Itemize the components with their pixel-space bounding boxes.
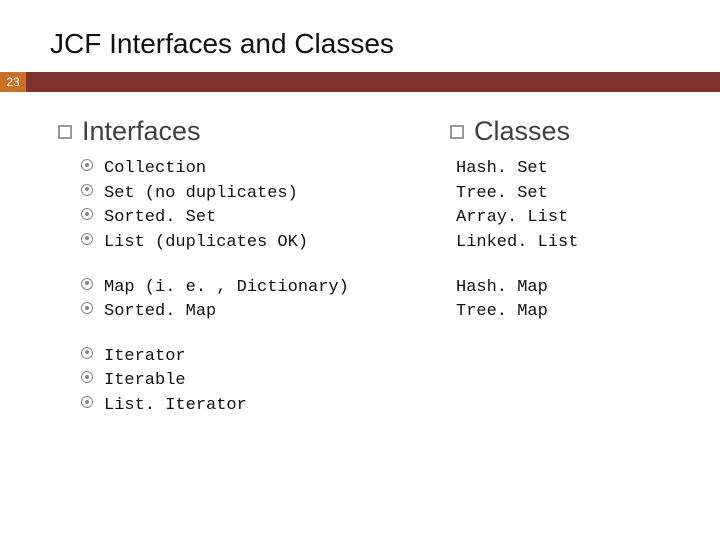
slide-title: JCF Interfaces and Classes xyxy=(50,28,680,60)
list-item: Array. List xyxy=(450,206,680,231)
item-text: Hash. Set xyxy=(456,157,548,182)
list-item: Linked. List xyxy=(450,231,680,256)
list-item: Collection xyxy=(58,157,410,182)
accent-band: 23 xyxy=(0,72,720,92)
circle-dot-icon xyxy=(80,302,94,314)
circle-dot-icon xyxy=(80,159,94,171)
classes-group-2: Hash. Map Tree. Map xyxy=(450,276,680,325)
list-item: Hash. Set xyxy=(450,157,680,182)
list-item: Tree. Map xyxy=(450,300,680,325)
left-column: Interfaces Collection Set (no duplicates… xyxy=(58,110,410,439)
circle-dot-icon xyxy=(80,347,94,359)
list-item: Iterable xyxy=(58,369,410,394)
list-item: Map (i. e. , Dictionary) xyxy=(58,276,410,301)
page-number: 23 xyxy=(0,72,26,92)
circle-dot-icon xyxy=(80,278,94,290)
item-text: Set (no duplicates) xyxy=(104,182,298,207)
list-item: List. Iterator xyxy=(58,394,410,419)
list-item: Sorted. Set xyxy=(58,206,410,231)
square-bullet-icon xyxy=(58,125,72,139)
item-text: Linked. List xyxy=(456,231,578,256)
list-item: Iterator xyxy=(58,345,410,370)
square-bullet-icon xyxy=(450,125,464,139)
slide-body: Interfaces Collection Set (no duplicates… xyxy=(0,92,720,439)
interfaces-group-3: Iterator Iterable List. Iterator xyxy=(58,345,410,419)
list-item: Set (no duplicates) xyxy=(58,182,410,207)
item-text: Array. List xyxy=(456,206,568,231)
interfaces-heading: Interfaces xyxy=(58,116,410,147)
item-text: Iterable xyxy=(104,369,186,394)
circle-dot-icon xyxy=(80,233,94,245)
classes-group-1: Hash. Set Tree. Set Array. List Linked. … xyxy=(450,157,680,256)
item-text: List (duplicates OK) xyxy=(104,231,308,256)
circle-dot-icon xyxy=(80,371,94,383)
item-text: Map (i. e. , Dictionary) xyxy=(104,276,349,301)
item-text: Iterator xyxy=(104,345,186,370)
circle-dot-icon xyxy=(80,184,94,196)
item-text: Tree. Set xyxy=(456,182,548,207)
item-text: Sorted. Map xyxy=(104,300,216,325)
item-text: Tree. Map xyxy=(456,300,548,325)
circle-dot-icon xyxy=(80,396,94,408)
list-item: Sorted. Map xyxy=(58,300,410,325)
item-text: Sorted. Set xyxy=(104,206,216,231)
classes-heading: Classes xyxy=(450,116,680,147)
interfaces-group-2: Map (i. e. , Dictionary) Sorted. Map xyxy=(58,276,410,325)
classes-heading-text: Classes xyxy=(474,116,570,147)
interfaces-group-1: Collection Set (no duplicates) Sorted. S… xyxy=(58,157,410,256)
interfaces-heading-text: Interfaces xyxy=(82,116,201,147)
title-area: JCF Interfaces and Classes xyxy=(0,0,720,72)
list-item: Tree. Set xyxy=(450,182,680,207)
list-item: List (duplicates OK) xyxy=(58,231,410,256)
list-item: Hash. Map xyxy=(450,276,680,301)
item-text: Collection xyxy=(104,157,206,182)
item-text: List. Iterator xyxy=(104,394,247,419)
slide: JCF Interfaces and Classes 23 Interfaces… xyxy=(0,0,720,540)
circle-dot-icon xyxy=(80,208,94,220)
item-text: Hash. Map xyxy=(456,276,548,301)
right-column: Classes Hash. Set Tree. Set Array. List … xyxy=(450,110,680,439)
